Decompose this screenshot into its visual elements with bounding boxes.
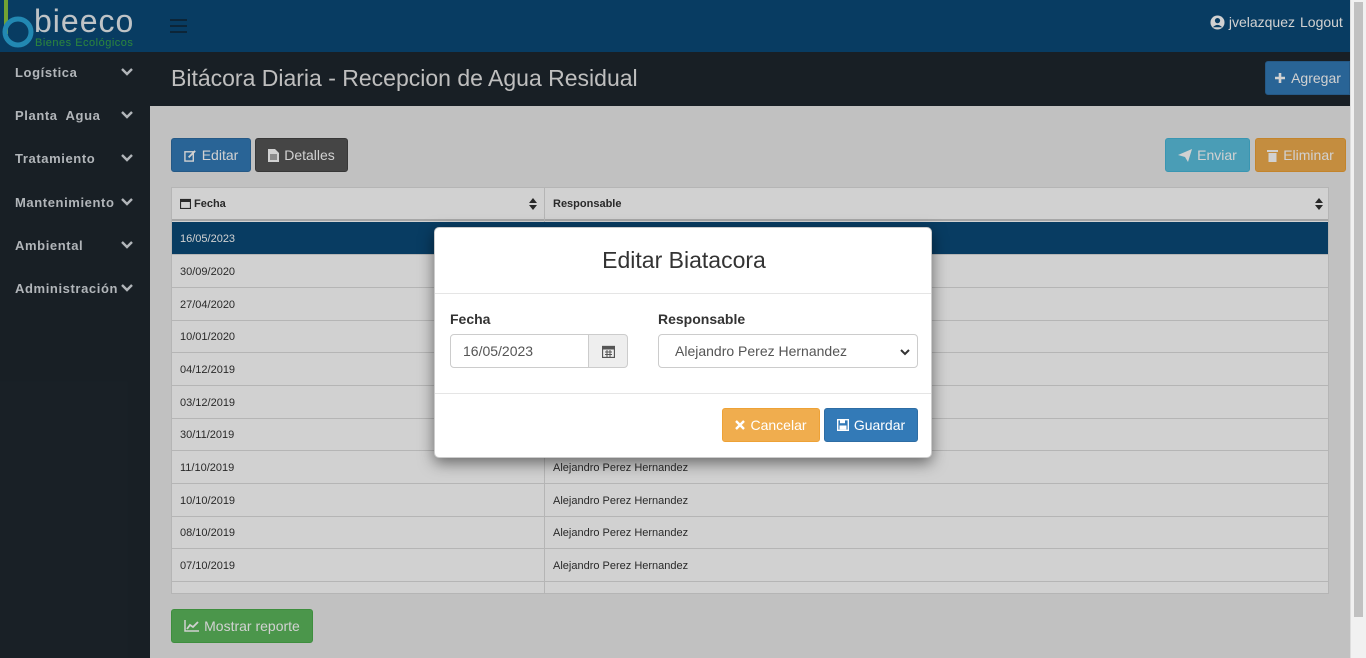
save-icon xyxy=(836,419,849,431)
modal-title: Editar Biatacora xyxy=(602,247,766,273)
cancel-button-label: Cancelar xyxy=(750,417,807,433)
vertical-scrollbar[interactable] xyxy=(1350,0,1366,658)
scrollbar-thumb[interactable] xyxy=(1354,2,1363,617)
datepicker-button[interactable] xyxy=(588,334,628,368)
responsable-label: Responsable xyxy=(658,311,746,327)
cancel-button[interactable]: Cancelar xyxy=(722,408,820,442)
edit-bitacora-modal: Editar Biatacora Fecha 16/05/2023 Respon… xyxy=(434,227,932,458)
responsable-selected-value: Alejandro Perez Hernandez xyxy=(675,343,847,359)
save-button[interactable]: Guardar xyxy=(824,408,918,442)
calendar-icon xyxy=(601,345,615,358)
fecha-label: Fecha xyxy=(450,311,491,327)
modal-divider xyxy=(435,393,931,394)
close-icon xyxy=(735,420,746,430)
responsable-select[interactable]: Alejandro Perez Hernandez xyxy=(658,334,918,368)
modal-divider xyxy=(435,293,931,294)
save-button-label: Guardar xyxy=(853,417,906,433)
fecha-input[interactable]: 16/05/2023 xyxy=(450,334,589,368)
chevron-down-icon xyxy=(900,349,910,356)
